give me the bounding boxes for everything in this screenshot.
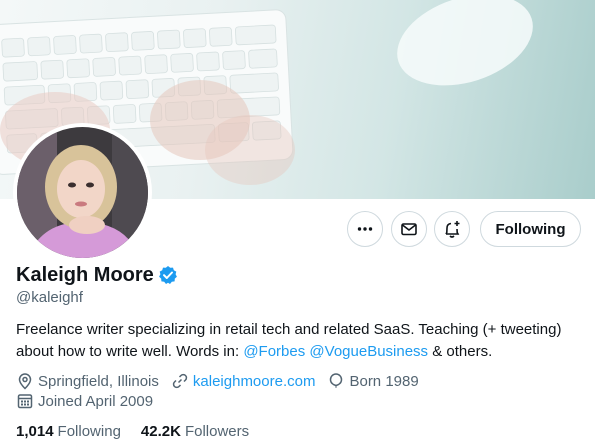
- profile-avatar[interactable]: [13, 123, 152, 262]
- user-handle: @kaleighf: [16, 289, 83, 306]
- follow-stats: 1,014 Following 42.2K Followers: [16, 421, 269, 441]
- display-name: Kaleigh Moore: [16, 263, 154, 286]
- birthday-text: Born 1989: [349, 372, 419, 390]
- joined-item: Joined April 2009: [16, 392, 153, 410]
- calendar-icon: [17, 394, 33, 409]
- verified-badge-icon: [158, 266, 177, 284]
- bell-plus-icon: [445, 221, 460, 238]
- bio-mention-forbes[interactable]: @Forbes: [243, 343, 305, 360]
- following-link[interactable]: 1,014 Following: [16, 423, 121, 440]
- profile-meta: Springfield, Illinois kaleighmoore.com B…: [16, 371, 431, 391]
- notifications-button[interactable]: [434, 211, 470, 247]
- more-button[interactable]: [347, 211, 383, 247]
- followers-count: 42.2K: [140, 422, 181, 440]
- location-item: Springfield, Illinois: [16, 372, 159, 390]
- balloon-icon: [330, 373, 343, 388]
- followers-link[interactable]: 42.2K Followers: [141, 423, 249, 440]
- birthday-item: Born 1989: [327, 372, 419, 390]
- more-icon: [357, 227, 373, 231]
- joined-text: Joined April 2009: [38, 392, 154, 410]
- avatar-photo: [17, 127, 148, 258]
- profile-meta-joined: Joined April 2009: [16, 391, 165, 411]
- bio-mention-voguebusiness[interactable]: @VogueBusiness: [309, 343, 428, 360]
- followers-label: Followers: [184, 422, 250, 440]
- bio-tail: & others.: [428, 343, 493, 360]
- name-row: Kaleigh Moore: [16, 263, 178, 287]
- profile-bio: Freelance writer specializing in retail …: [16, 319, 586, 363]
- message-button[interactable]: [391, 211, 427, 247]
- following-label: Following: [57, 422, 121, 440]
- location-text: Springfield, Illinois: [38, 372, 159, 390]
- website-link[interactable]: kaleighmoore.com: [193, 373, 316, 390]
- envelope-icon: [401, 223, 417, 236]
- location-pin-icon: [18, 373, 32, 390]
- following-button[interactable]: Following: [480, 211, 581, 247]
- website-item: kaleighmoore.com: [171, 372, 316, 390]
- link-icon: [172, 373, 188, 389]
- following-count: 1,014: [16, 422, 54, 440]
